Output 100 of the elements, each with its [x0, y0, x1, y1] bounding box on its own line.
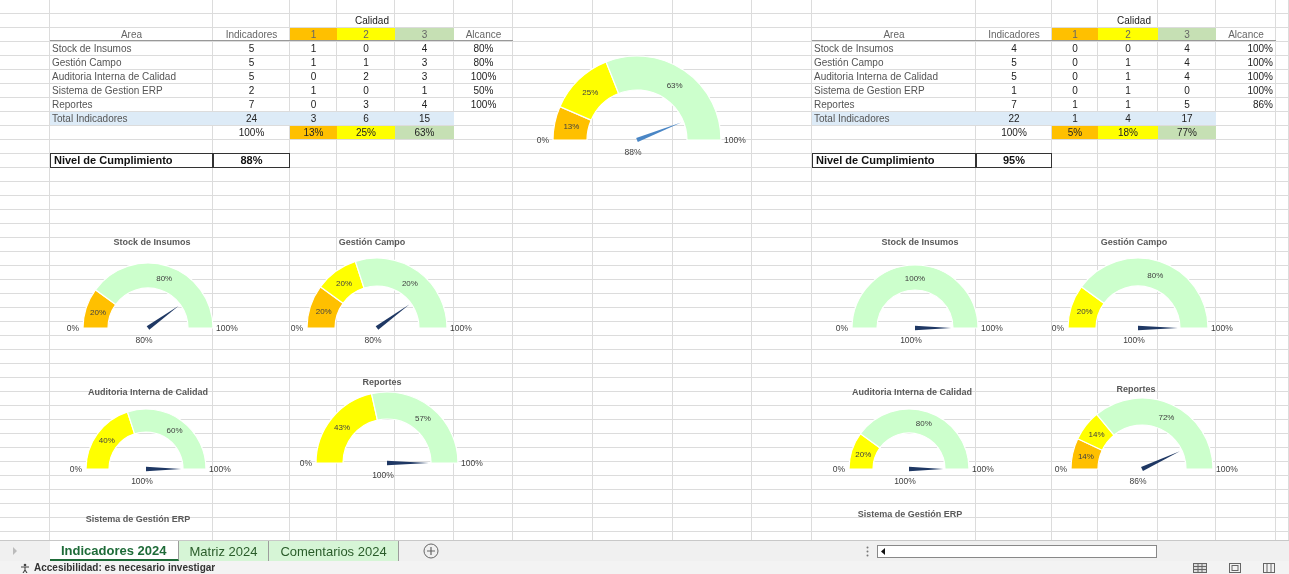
plus-icon: [422, 543, 439, 559]
scale-label: 100%: [972, 464, 994, 474]
table-cell-text: 0: [309, 70, 318, 83]
column-header: 3: [395, 28, 454, 41]
scale-label: 0%: [290, 323, 303, 333]
table-cell: 18%: [1098, 126, 1158, 139]
table-cell-text: 1: [309, 84, 318, 97]
table-cell-text: 100%: [1246, 56, 1274, 69]
table-cell-text: 7: [1010, 98, 1018, 111]
segment-label: 14%: [1077, 452, 1094, 462]
segment-label: 14%: [1088, 429, 1105, 439]
segment-label: 60%: [166, 425, 183, 435]
gauge-title: Gestión Campo: [338, 237, 406, 247]
table-cell: 63%: [395, 126, 454, 139]
gauge-reading: 100%: [1123, 335, 1145, 345]
table-cell: 88%: [213, 153, 290, 168]
scale-label: 0%: [835, 323, 848, 333]
table-cell-text: 1: [420, 84, 429, 97]
column-group-header: Calidad: [354, 14, 390, 27]
table-cell-text: 0: [1124, 42, 1132, 55]
table-cell-text: 100%: [469, 70, 498, 83]
gauge-title: Gestión Campo: [1100, 237, 1168, 247]
segment-label: 63%: [666, 80, 683, 90]
table-cell-text: 0: [1183, 84, 1191, 97]
scroll-left-icon[interactable]: [878, 545, 888, 557]
table-cell-text: 4: [420, 42, 429, 55]
segment-label: 40%: [98, 436, 115, 446]
segment-label: 43%: [334, 423, 351, 433]
gauge-title: Auditoria Interna de Calidad: [88, 387, 208, 397]
row-label: Total Indicadores: [50, 112, 213, 125]
table-cell-text: 100%: [1246, 84, 1274, 97]
table-cell-text: 5: [1010, 70, 1018, 83]
row-label: Auditoria Interna de Calidad: [51, 70, 177, 83]
table-cell-text: 1: [1071, 98, 1079, 111]
segment-label: 57%: [414, 414, 431, 424]
gauge-needle: [636, 122, 682, 143]
table-cell-text: 3: [420, 56, 429, 69]
scale-label: 0%: [1051, 323, 1064, 333]
gauge-title: Stock de Insumos: [113, 237, 191, 247]
sheet-tab[interactable]: Matriz 2024: [178, 541, 270, 561]
table-cell-text: 1: [1124, 84, 1132, 97]
table-cell-text: 1: [1124, 56, 1132, 69]
table-cell-text: 1: [1124, 98, 1132, 111]
column-header: Area: [50, 28, 213, 41]
row-label: Gestión Campo: [51, 56, 123, 69]
segment-label: 100%: [904, 273, 926, 283]
table-cell-text: 50%: [472, 84, 495, 97]
segment-label: 80%: [915, 419, 932, 429]
scale-label: 100%: [1216, 464, 1238, 474]
scale-label: 100%: [461, 458, 483, 468]
row-label: Auditoria Interna de Calidad: [813, 70, 939, 83]
table-cell: 4: [1098, 112, 1158, 125]
row-label: Sistema de Gestion ERP: [813, 84, 926, 97]
horizontal-scrollbar[interactable]: [877, 544, 1157, 558]
row-label: Total Indicadores: [812, 112, 976, 125]
scale-label: 100%: [216, 323, 238, 333]
gauge-reading: 100%: [894, 476, 916, 486]
scale-label: 100%: [1211, 323, 1233, 333]
segment-label: 72%: [1158, 412, 1175, 422]
row-label: Stock de Insumos: [51, 42, 133, 55]
column-header: 1: [290, 28, 337, 41]
column-header: Area: [812, 28, 976, 41]
status-text[interactable]: Accesibilidad: es necesario investigar: [34, 562, 216, 573]
row-label: Nivel de Cumplimiento: [50, 153, 213, 168]
column-header: 2: [337, 28, 395, 41]
table-cell-text: 0: [309, 98, 318, 111]
row-label: Gestión Campo: [813, 56, 885, 69]
table-cell-text: 80%: [472, 42, 495, 55]
row-label: Sistema de Gestion ERP: [51, 84, 164, 97]
table-cell-text: 0: [1071, 56, 1079, 69]
normal-view-icon[interactable]: [1193, 562, 1207, 573]
table-cell-text: 5: [1183, 98, 1191, 111]
table-cell-text: 100%: [1000, 126, 1028, 139]
split-handle-icon[interactable]: [866, 545, 869, 557]
table-cell-text: 1: [309, 42, 318, 55]
sheet-tab[interactable]: Indicadores 2024: [50, 541, 179, 561]
table-cell-text: 4: [1010, 42, 1018, 55]
table-cell: 1: [1052, 112, 1098, 125]
page-break-icon[interactable]: [1263, 562, 1275, 573]
scale-label: 100%: [724, 135, 746, 145]
segment-label: 20%: [315, 306, 332, 316]
gauge-reading: 80%: [135, 335, 153, 345]
column-header: Alcance: [1216, 28, 1276, 41]
column-group-header: Calidad: [1116, 14, 1152, 27]
gauge-reading: 80%: [364, 335, 382, 345]
table-cell: 24: [213, 112, 290, 125]
add-sheet-button[interactable]: [422, 543, 439, 559]
segment-label: 25%: [582, 87, 599, 97]
scale-label: 100%: [450, 323, 472, 333]
sheet-tab[interactable]: Comentarios 2024: [269, 541, 399, 561]
scale-label: 0%: [299, 458, 312, 468]
segment-label: 80%: [1147, 270, 1164, 280]
segment-label: 13%: [563, 122, 580, 132]
table-cell-text: 100%: [237, 126, 266, 139]
page-layout-icon[interactable]: [1229, 562, 1241, 573]
accessibility-icon[interactable]: [20, 562, 30, 573]
table-cell: 17: [1158, 112, 1216, 125]
table-cell-text: 0: [1071, 84, 1079, 97]
segment-label: 20%: [90, 307, 107, 317]
row-label: Stock de Insumos: [813, 42, 895, 55]
